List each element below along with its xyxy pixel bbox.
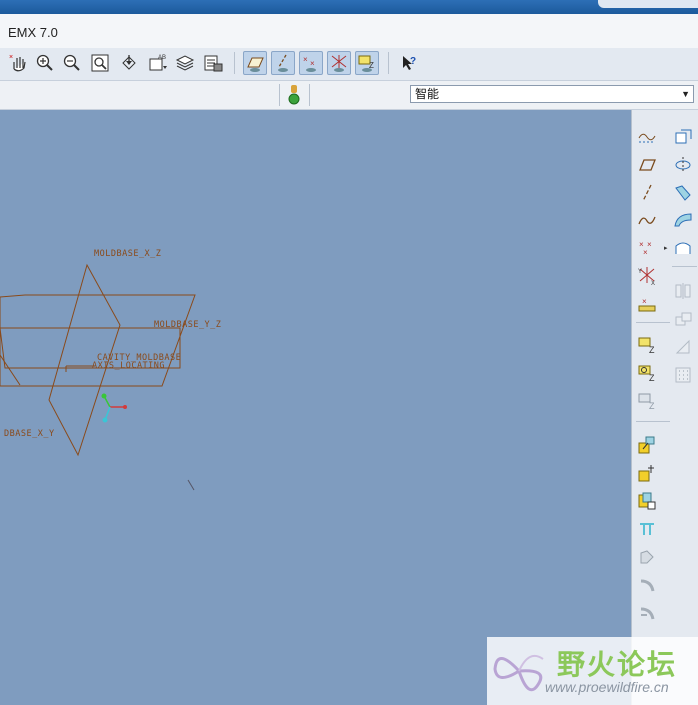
- menu-bar: EMX 7.0: [0, 14, 698, 48]
- toolbar-separator: [279, 84, 280, 106]
- cooling-icon[interactable]: [634, 572, 660, 598]
- plane-icon[interactable]: [634, 152, 660, 178]
- annotation-display-icon[interactable]: Z: [355, 51, 379, 75]
- datum-label-yz[interactable]: MOLDBASE_Y_Z: [154, 320, 221, 330]
- datum-axis-display-icon[interactable]: [271, 51, 295, 75]
- mold-volume-icon[interactable]: Z: [634, 332, 660, 358]
- svg-text:Z: Z: [649, 345, 655, 355]
- datum-point-display-icon[interactable]: × ×: [299, 51, 323, 75]
- window-titlebar: [0, 0, 698, 14]
- assemble-component-icon[interactable]: [634, 432, 660, 458]
- svg-text:Y: Y: [638, 269, 642, 275]
- csys-y-dot: [101, 393, 107, 399]
- cursor-mark: [187, 479, 195, 491]
- mold-opening-icon[interactable]: [634, 600, 660, 626]
- status-toolbar: 智能 ▼: [0, 81, 698, 110]
- point-icon[interactable]: × × ×: [634, 235, 660, 261]
- toolbar-separator: [388, 52, 389, 74]
- waterline-icon[interactable]: [634, 544, 660, 570]
- graphics-window[interactable]: MOLDBASE_X_Z MOLDBASE_Y_Z DBASE_X_Y CAVI…: [0, 110, 631, 705]
- toolbar-separator: [234, 52, 235, 74]
- right-feature-toolbar: × × × ▸ YX × Z Z Z: [631, 110, 698, 705]
- datum-plane-xy-shape: [0, 294, 196, 387]
- trim-icon[interactable]: [670, 334, 696, 360]
- svg-text:×: ×: [642, 297, 647, 306]
- regen-status-icon[interactable]: [287, 84, 301, 106]
- analysis-icon[interactable]: ×: [634, 291, 660, 317]
- csys-leader: [65, 365, 95, 372]
- svg-text:×: ×: [643, 248, 648, 257]
- main-toolbar: × AB × × Z ?: [0, 48, 698, 81]
- appearance-icon[interactable]: [201, 51, 225, 75]
- svg-text:×: ×: [647, 240, 652, 249]
- svg-text:Z: Z: [649, 401, 655, 411]
- context-help-icon[interactable]: ?: [397, 51, 421, 75]
- datum-label-xz[interactable]: MOLDBASE_X_Z: [94, 249, 161, 259]
- pan-icon[interactable]: ×: [7, 51, 31, 75]
- toolbar-separator: [636, 421, 670, 422]
- ejector-pin-icon[interactable]: [634, 460, 660, 486]
- toolbar-separator: [672, 266, 697, 267]
- svg-text:?: ?: [410, 56, 416, 67]
- boundary-blend-icon[interactable]: [670, 207, 696, 233]
- layers-icon[interactable]: [173, 51, 197, 75]
- mirror-icon[interactable]: [670, 278, 696, 304]
- svg-text:×: ×: [9, 54, 13, 61]
- fill-icon[interactable]: [670, 235, 696, 261]
- offset-surface-icon[interactable]: [670, 124, 696, 150]
- watermark-title: 野火论坛: [557, 648, 678, 681]
- pattern-icon[interactable]: [670, 362, 696, 388]
- refit-icon[interactable]: [88, 51, 112, 75]
- runner-icon[interactable]: [634, 516, 660, 542]
- datum-plane-edge: [0, 354, 21, 386]
- window-controls[interactable]: [598, 0, 698, 8]
- svg-text:×: ×: [303, 55, 308, 64]
- curve-icon[interactable]: [634, 207, 660, 233]
- chevron-down-icon: ▼: [681, 89, 690, 99]
- saved-views-icon[interactable]: AB: [146, 51, 170, 75]
- zoom-in-icon[interactable]: [33, 51, 57, 75]
- zoom-out-icon[interactable]: [60, 51, 84, 75]
- model-datums: [0, 263, 196, 491]
- split-icon[interactable]: Z: [634, 388, 660, 414]
- merge-icon[interactable]: [670, 306, 696, 332]
- svg-text:Z: Z: [649, 373, 655, 383]
- datum-label-xy[interactable]: DBASE_X_Y: [4, 429, 55, 439]
- svg-text:X: X: [651, 281, 655, 285]
- datum-plane-tool-icon[interactable]: [634, 124, 660, 150]
- axis-icon[interactable]: [634, 180, 660, 206]
- svg-text:×: ×: [310, 59, 315, 68]
- app-title: EMX 7.0: [8, 25, 58, 40]
- csys-label-axis[interactable]: AXIS_LOCATING: [92, 361, 165, 371]
- reorient-icon[interactable]: [117, 51, 141, 75]
- selection-filter-select[interactable]: 智能 ▼: [410, 85, 694, 103]
- csys-x-dot: [123, 405, 127, 409]
- workpiece-icon[interactable]: [634, 488, 660, 514]
- datum-plane-display-icon[interactable]: [243, 51, 267, 75]
- watermark: 野火论坛 www.proewildfire.cn: [487, 637, 698, 705]
- selection-filter-value: 智能: [415, 87, 440, 101]
- revolve-icon[interactable]: [670, 152, 696, 178]
- sweep-icon[interactable]: [670, 180, 696, 206]
- toolbar-separator: [636, 322, 670, 323]
- watermark-url: www.proewildfire.cn: [545, 679, 669, 695]
- flyout-arrow-icon[interactable]: ▸: [664, 244, 668, 252]
- parting-surface-icon[interactable]: Z: [634, 360, 660, 386]
- toolbar-separator: [309, 84, 310, 106]
- watermark-logo-icon: [493, 655, 544, 692]
- csys-z-dot: [102, 417, 108, 423]
- svg-text:AB: AB: [158, 55, 166, 61]
- coord-sys-display-icon[interactable]: [327, 51, 351, 75]
- csys-icon[interactable]: YX: [634, 262, 660, 288]
